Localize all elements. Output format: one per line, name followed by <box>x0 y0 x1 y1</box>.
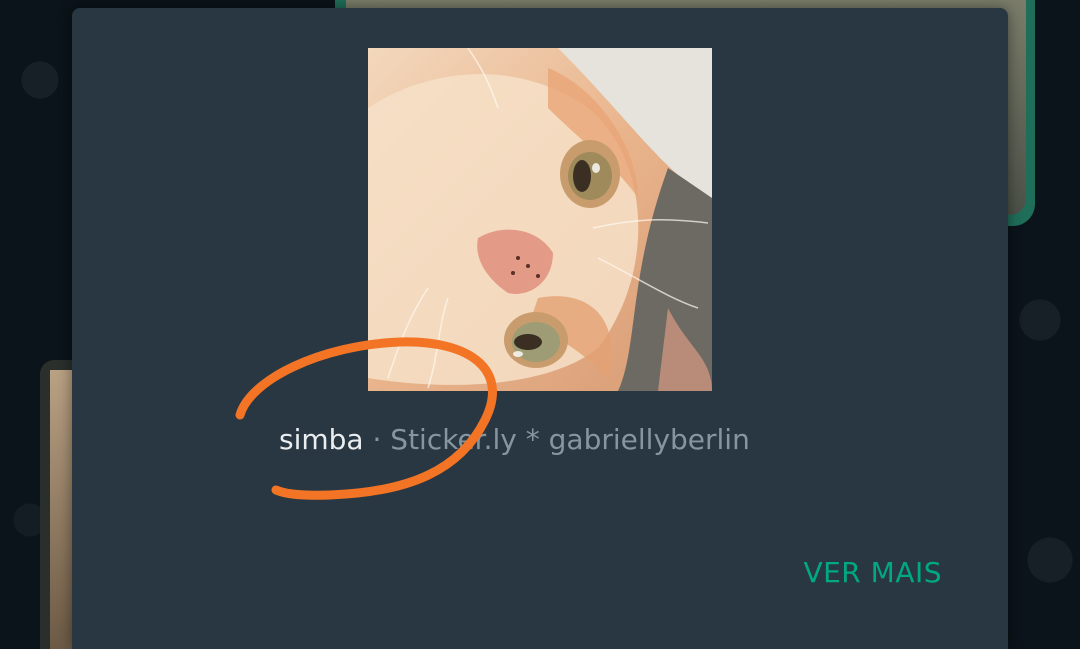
see-more-button[interactable]: VER MAIS <box>803 556 942 589</box>
sticker-pack-dialog: simba · Sticker.ly * gabriellyberlin VER… <box>72 8 1008 649</box>
sticker-pack-name: simba <box>279 423 364 456</box>
info-separator: · <box>372 423 382 456</box>
cat-sticker-image[interactable] <box>368 48 712 391</box>
sticker-pack-source: Sticker.ly * gabriellyberlin <box>390 423 750 456</box>
sticker-pack-info: simba · Sticker.ly * gabriellyberlin <box>279 422 750 458</box>
